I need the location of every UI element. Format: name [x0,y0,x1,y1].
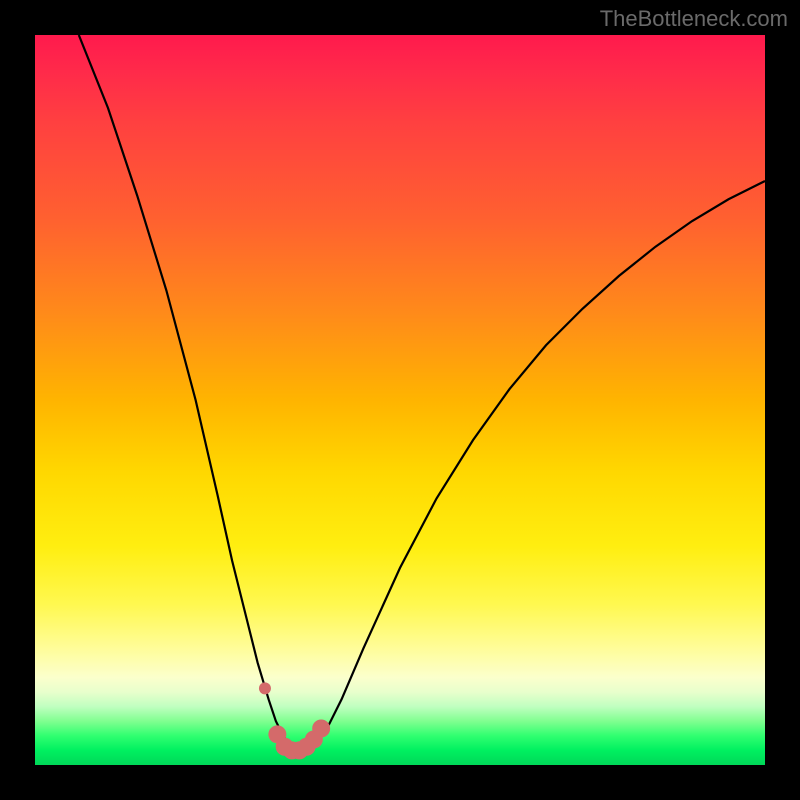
optimal-range-markers [259,682,330,759]
bottleneck-curve [79,35,765,750]
watermark-text: TheBottleneck.com [600,6,788,32]
chart-svg [35,35,765,765]
marker-dot [259,682,271,694]
chart-frame: TheBottleneck.com [0,0,800,800]
marker-dot [312,720,330,738]
plot-area [35,35,765,765]
